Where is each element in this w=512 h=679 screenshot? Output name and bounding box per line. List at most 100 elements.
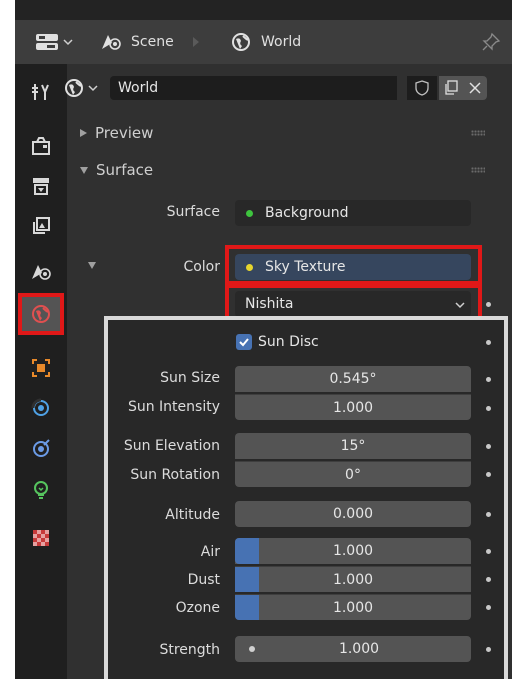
air-label: Air: [200, 544, 220, 560]
expanded-triangle-icon[interactable]: [88, 262, 96, 269]
unlink-world-button[interactable]: [463, 76, 487, 100]
keyframe-dot-icon[interactable]: [486, 377, 491, 382]
strength-value: 1.000: [338, 641, 380, 657]
tab-constraints[interactable]: [21, 430, 61, 466]
breadcrumb-scene: Scene: [99, 30, 174, 54]
world-datablock-selector: World: [62, 74, 487, 102]
breadcrumb-scene-label: Scene: [131, 34, 174, 50]
tab-tool[interactable]: [21, 74, 61, 110]
strength-label: Strength: [159, 642, 220, 658]
keyframe-dot-icon[interactable]: [486, 605, 491, 610]
collapsed-triangle-icon: [80, 129, 87, 137]
preview-panel-title: Preview: [95, 124, 154, 142]
world-icon: [232, 33, 250, 51]
sun-elevation-label: Sun Elevation: [123, 438, 220, 454]
surface-shader-value: Background: [265, 205, 349, 221]
world-icon: [65, 79, 83, 97]
keyframe-dot-icon[interactable]: [486, 577, 491, 582]
scene-icon: [32, 265, 51, 280]
keyframe-dot-icon[interactable]: [486, 444, 491, 449]
sun-rotation-label: Sun Rotation: [130, 467, 220, 483]
close-icon: [469, 82, 481, 94]
sun-elevation-field[interactable]: 15°: [235, 433, 471, 459]
keyframe-dot-icon[interactable]: [486, 647, 491, 652]
keyframe-dot-icon[interactable]: [486, 512, 491, 517]
dust-slider-fill: [235, 567, 259, 592]
duplicate-icon: [445, 80, 458, 95]
air-slider[interactable]: 1.000: [235, 538, 471, 564]
surface-label: Surface: [166, 204, 220, 220]
keyframe-dot-icon[interactable]: [486, 549, 491, 554]
tab-output[interactable]: [21, 168, 61, 204]
tab-texture[interactable]: [21, 520, 61, 556]
render-icon: [32, 137, 50, 155]
checkerboard-icon: [33, 530, 49, 546]
properties-editor-icon: [36, 34, 58, 50]
air-slider-fill: [235, 538, 259, 564]
ozone-slider[interactable]: 1.000: [235, 594, 471, 620]
checkmark-icon: [239, 338, 249, 347]
object-icon: [32, 359, 50, 377]
properties-header: Scene World: [15, 20, 512, 64]
physics-icon: [31, 398, 49, 416]
strength-field[interactable]: 1.000: [235, 636, 471, 662]
shield-icon: [415, 80, 429, 96]
ozone-label: Ozone: [175, 600, 220, 616]
color-label: Color: [183, 259, 220, 275]
breadcrumb-separator: [193, 37, 199, 47]
tab-scene[interactable]: [21, 254, 61, 290]
tab-render[interactable]: [21, 128, 61, 164]
view-layer-icon: [33, 217, 50, 234]
keyframe-dot-icon[interactable]: [486, 340, 491, 345]
surface-shader-field[interactable]: Background: [235, 200, 471, 226]
tab-physics[interactable]: [21, 390, 61, 426]
world-icon: [32, 305, 50, 323]
dust-value: 1.000: [332, 572, 374, 588]
chevron-down-icon: [63, 39, 73, 46]
constraints-icon: [33, 439, 50, 457]
world-name-field[interactable]: World: [110, 76, 397, 100]
sun-disc-checkbox[interactable]: [236, 334, 252, 350]
tab-world[interactable]: [18, 293, 64, 335]
browse-world-button[interactable]: [62, 74, 106, 102]
keyframe-dot-icon[interactable]: [486, 302, 491, 307]
light-bulb-icon: [34, 481, 48, 499]
fake-user-button[interactable]: [407, 76, 437, 100]
highlight-box-color: [225, 245, 482, 285]
sun-intensity-field[interactable]: 1.000: [235, 394, 471, 420]
keyframe-dot-icon[interactable]: [486, 406, 491, 411]
chevron-down-icon: [88, 85, 98, 92]
new-world-button[interactable]: [439, 76, 463, 100]
properties-tabs-sidebar: [15, 64, 67, 679]
keyframe-dot-icon[interactable]: [486, 472, 491, 477]
tab-object[interactable]: [21, 350, 61, 386]
preview-panel-header[interactable]: Preview: [62, 118, 487, 148]
sun-rotation-field[interactable]: 0°: [235, 461, 471, 487]
altitude-field[interactable]: 0.000: [235, 501, 471, 527]
green-socket-icon: [246, 210, 253, 217]
sun-size-field[interactable]: 0.545°: [235, 366, 471, 392]
breadcrumb-world: World: [229, 30, 301, 54]
altitude-label: Altitude: [165, 507, 220, 523]
scene-icon: [102, 35, 121, 50]
surface-panel-title: Surface: [96, 161, 154, 179]
dust-slider[interactable]: 1.000: [235, 566, 471, 592]
surface-panel-header[interactable]: Surface: [62, 155, 487, 185]
air-value: 1.000: [332, 543, 374, 559]
ozone-slider-fill: [235, 595, 259, 620]
editor-top-strip: [15, 0, 512, 20]
sun-disc-label: Sun Disc: [258, 334, 319, 350]
tab-view-layer[interactable]: [21, 208, 61, 244]
output-icon: [33, 178, 49, 195]
tab-object-data[interactable]: [21, 472, 61, 508]
sun-intensity-label: Sun Intensity: [127, 399, 220, 415]
dust-label: Dust: [187, 572, 220, 588]
pin-icon[interactable]: [481, 32, 501, 52]
drag-grip-icon[interactable]: [471, 167, 485, 173]
editor-type-button[interactable]: [33, 30, 75, 54]
expanded-triangle-icon: [80, 166, 88, 174]
tool-icon: [32, 84, 49, 100]
ozone-value: 1.000: [332, 600, 374, 616]
drag-grip-icon[interactable]: [471, 130, 485, 136]
sun-disc-checkbox-row[interactable]: Sun Disc: [236, 333, 319, 351]
